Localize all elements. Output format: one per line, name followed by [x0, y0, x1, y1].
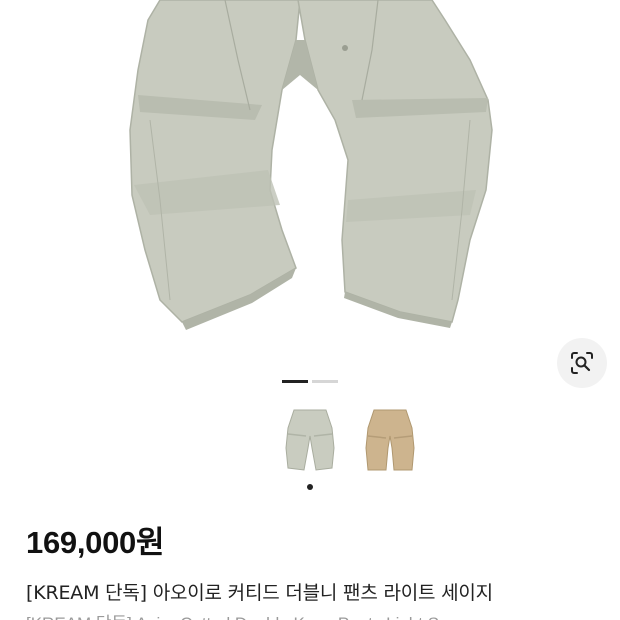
product-subtitle: [KREAM 단독] Aoiro Cutted Double Knee Pant…: [26, 609, 467, 620]
light-sage-pants-thumbnail[interactable]: [280, 408, 340, 476]
product-title: [KREAM 단독] 아오이로 커티드 더블니 팬츠 라이트 세이지: [26, 582, 493, 604]
beige-pants-thumbnail-image: [365, 409, 415, 471]
carousel-indicator-active: [282, 380, 308, 383]
light-sage-pants-thumbnail-image: [285, 409, 335, 471]
beige-pants-thumbnail[interactable]: [360, 408, 420, 476]
lens-search-icon: [571, 352, 593, 374]
image-search-button[interactable]: [557, 338, 607, 388]
pants-illustration: [129, 0, 493, 330]
product-price: 169,000원: [26, 525, 165, 560]
product-main-image[interactable]: [0, 0, 620, 372]
selected-thumbnail-dot: [307, 484, 313, 490]
carousel-indicator-inactive: [312, 380, 338, 383]
thumbnail-strip: [0, 400, 620, 480]
